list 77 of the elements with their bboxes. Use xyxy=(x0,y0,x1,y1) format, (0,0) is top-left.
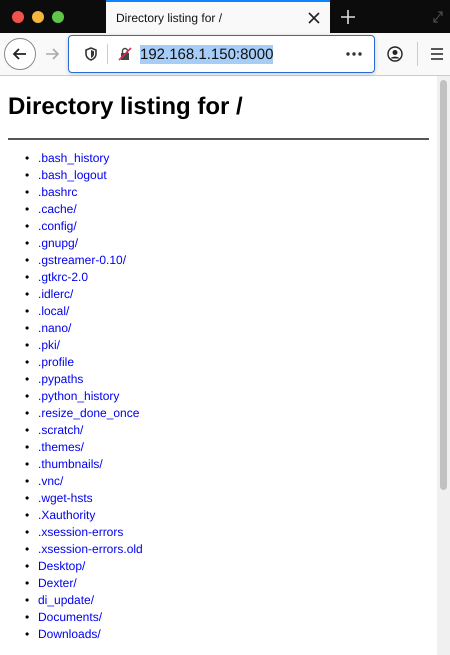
file-link[interactable]: Downloads/ xyxy=(38,627,101,641)
file-link[interactable]: .cache/ xyxy=(38,202,77,216)
bullet: • xyxy=(25,558,30,575)
file-link[interactable]: .Xauthority xyxy=(38,508,96,522)
bullet: • xyxy=(25,456,30,473)
shield-icon[interactable] xyxy=(85,47,97,61)
file-link[interactable]: .nano/ xyxy=(38,321,72,335)
bullet: • xyxy=(25,592,30,609)
bullet: • xyxy=(25,201,30,218)
fullscreen-icon[interactable] xyxy=(432,10,444,24)
bullet: • xyxy=(25,252,30,269)
file-link[interactable]: .thumbnails/ xyxy=(38,457,103,471)
file-link[interactable]: .gtkrc-2.0 xyxy=(38,270,88,284)
file-link[interactable]: .resize_done_once xyxy=(38,406,140,420)
bullet: • xyxy=(25,439,30,456)
bullet: • xyxy=(25,524,30,541)
bullet: • xyxy=(25,609,30,626)
file-link[interactable]: .pypaths xyxy=(38,372,84,386)
url-text: 192.168.1.150:8000 xyxy=(140,44,274,64)
file-link[interactable]: .python_history xyxy=(38,389,120,403)
file-link[interactable]: .xsession-errors xyxy=(38,525,124,539)
file-link[interactable]: .scratch/ xyxy=(38,423,84,437)
file-link[interactable]: Dexter/ xyxy=(38,576,77,590)
page-heading: Directory listing for / xyxy=(8,93,244,121)
file-link[interactable]: di_update/ xyxy=(38,593,94,607)
scrollbar[interactable] xyxy=(437,76,450,655)
close-window-button[interactable] xyxy=(12,10,24,22)
new-tab-icon[interactable] xyxy=(340,8,356,24)
account-icon[interactable] xyxy=(387,46,403,62)
bullet: • xyxy=(25,388,30,405)
back-button[interactable] xyxy=(4,38,36,70)
file-link[interactable]: .xsession-errors.old xyxy=(38,542,143,556)
bullet: • xyxy=(25,473,30,490)
file-link[interactable]: Documents/ xyxy=(38,610,102,624)
maximize-window-button[interactable] xyxy=(52,10,64,22)
file-link[interactable]: .gnupg/ xyxy=(38,236,78,250)
bullet: • xyxy=(25,422,30,439)
file-link[interactable]: .profile xyxy=(38,355,74,369)
file-link[interactable]: .idlerc/ xyxy=(38,287,74,301)
minimize-window-button[interactable] xyxy=(32,10,44,22)
close-icon[interactable] xyxy=(308,12,320,24)
bullet: • xyxy=(25,269,30,286)
bullet: • xyxy=(25,150,30,167)
bullet: • xyxy=(25,167,30,184)
scrollbar-thumb[interactable] xyxy=(440,80,447,490)
file-link[interactable]: .bashrc xyxy=(38,185,78,199)
bullet: • xyxy=(25,575,30,592)
back-arrow-icon[interactable] xyxy=(12,46,28,62)
bullet: • xyxy=(25,490,30,507)
bullet: • xyxy=(25,218,30,235)
bullet: • xyxy=(25,405,30,422)
file-link[interactable]: .bash_logout xyxy=(38,168,107,182)
bullet: • xyxy=(25,354,30,371)
address-bar[interactable]: 192.168.1.150:8000 xyxy=(68,35,375,73)
bullet: • xyxy=(25,371,30,388)
file-link[interactable]: .vnc/ xyxy=(38,474,64,488)
bullet: • xyxy=(25,337,30,354)
bullet: • xyxy=(25,320,30,337)
insecure-lock-icon[interactable] xyxy=(118,47,132,61)
bullet: • xyxy=(25,541,30,558)
more-icon[interactable] xyxy=(346,52,362,56)
file-link[interactable]: .wget-hsts xyxy=(38,491,93,505)
file-link[interactable]: Desktop/ xyxy=(38,559,86,573)
bullet: • xyxy=(25,235,30,252)
file-link[interactable]: .bash_history xyxy=(38,151,110,165)
bullet: • xyxy=(25,507,30,524)
file-link[interactable]: .gstreamer-0.10/ xyxy=(38,253,126,267)
file-link[interactable]: .themes/ xyxy=(38,440,84,454)
menu-icon[interactable] xyxy=(430,48,444,60)
browser-tab[interactable]: Directory listing for / xyxy=(106,0,330,33)
bullet: • xyxy=(25,303,30,320)
file-link[interactable]: .local/ xyxy=(38,304,70,318)
file-link[interactable]: .config/ xyxy=(38,219,77,233)
file-link[interactable]: .pki/ xyxy=(38,338,60,352)
bullet: • xyxy=(25,184,30,201)
bullet: • xyxy=(25,286,30,303)
bullet: • xyxy=(25,626,30,643)
